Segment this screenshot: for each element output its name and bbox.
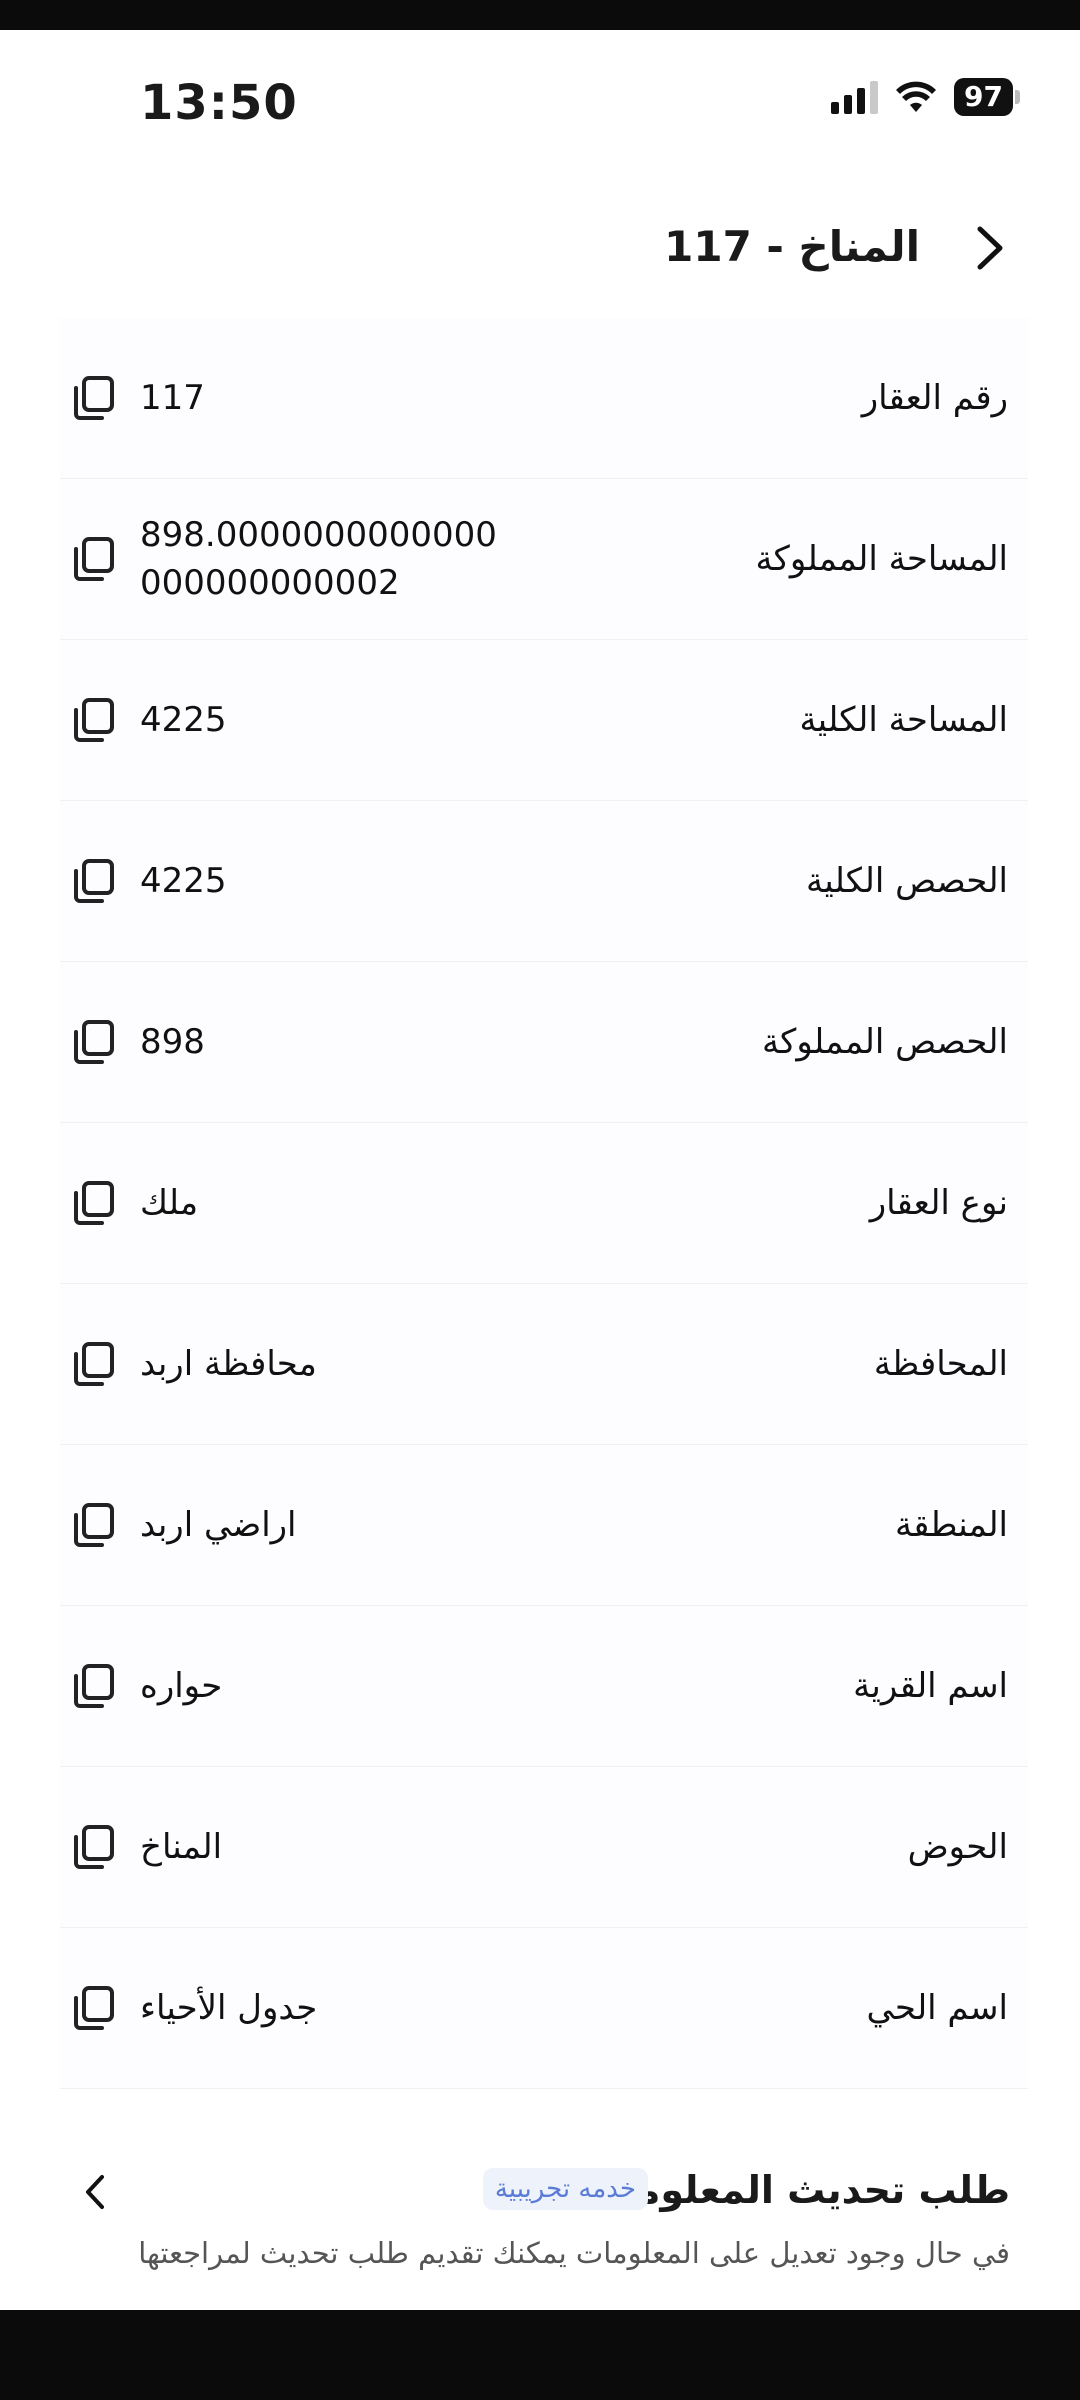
field-label: الحصص الكلية: [805, 861, 1008, 901]
copy-icon[interactable]: [70, 535, 118, 583]
field-label: المساحة الكلية: [799, 700, 1008, 740]
property-details-list: رقم العقار 117 المساحة المملوكة 898.0000…: [60, 318, 1028, 2089]
field-row: الحصص الكلية 4225: [60, 801, 1028, 962]
status-time: 13:50: [140, 75, 298, 131]
field-label: اسم القرية: [853, 1666, 1008, 1706]
field-label: اسم الحي: [866, 1988, 1008, 2028]
field-label: الحصص المملوكة: [761, 1022, 1008, 1062]
field-label: المحافظة: [873, 1344, 1008, 1384]
field-label: الحوض: [907, 1827, 1008, 1867]
page-header: المناخ - 117: [0, 200, 1080, 290]
bottom-black-bar: [0, 2310, 1080, 2400]
copy-icon[interactable]: [70, 1340, 118, 1388]
battery-level: 97: [954, 78, 1013, 116]
field-value: حواره: [140, 1666, 223, 1706]
copy-icon[interactable]: [70, 1179, 118, 1227]
update-request-open-button[interactable]: [70, 2162, 120, 2222]
field-value: 898.0000000000000 000000000002: [140, 511, 540, 607]
copy-icon[interactable]: [70, 857, 118, 905]
field-row: رقم العقار 117: [60, 318, 1028, 479]
battery-icon: 97: [954, 78, 1020, 116]
signal-icon: [831, 80, 879, 114]
field-label: المنطقة: [894, 1505, 1008, 1545]
copy-icon[interactable]: [70, 1501, 118, 1549]
field-value: ملك: [140, 1183, 199, 1223]
field-row: اسم القرية حواره: [60, 1606, 1028, 1767]
field-value: 4225: [140, 700, 227, 740]
status-icons: 97: [831, 78, 1020, 116]
field-value: 4225: [140, 861, 227, 901]
status-bar: 13:50 97: [0, 30, 1080, 180]
page-title: المناخ - 117: [664, 222, 920, 271]
wifi-icon: [896, 81, 937, 112]
field-row: نوع العقار ملك: [60, 1123, 1028, 1284]
copy-icon[interactable]: [70, 1018, 118, 1066]
field-row: اسم الحي جدول الأحياء: [60, 1928, 1028, 2089]
chevron-right-icon: [977, 226, 1003, 270]
field-value: جدول الأحياء: [140, 1988, 318, 2028]
field-row: الحوض المناخ: [60, 1767, 1028, 1928]
top-black-bar: [0, 0, 1080, 30]
field-value-line1: 898.0000000000000: [140, 515, 497, 555]
trial-service-badge: خدمه تجريبية: [482, 2168, 648, 2210]
field-label: نوع العقار: [869, 1183, 1008, 1223]
field-value: المناخ: [140, 1827, 223, 1867]
field-value: 117: [140, 378, 205, 418]
field-row: المساحة الكلية 4225: [60, 640, 1028, 801]
back-button[interactable]: [960, 218, 1020, 278]
chevron-left-icon: [86, 2175, 104, 2209]
field-value: محافظة اربد: [140, 1344, 317, 1384]
update-request-title: طلب تحديث المعلومات: [584, 2168, 1010, 2212]
field-row: المحافظة محافظة اربد: [60, 1284, 1028, 1445]
copy-icon[interactable]: [70, 1662, 118, 1710]
field-label: رقم العقار: [861, 378, 1008, 418]
field-value: 898: [140, 1022, 205, 1062]
field-row: الحصص المملوكة 898: [60, 962, 1028, 1123]
field-row: المنطقة اراضي اربد: [60, 1445, 1028, 1606]
copy-icon[interactable]: [70, 696, 118, 744]
field-label: المساحة المملوكة: [755, 539, 1008, 579]
update-request-description: في حال وجود تعديل على المعلومات يمكنك تق…: [138, 2236, 1010, 2270]
copy-icon[interactable]: [70, 374, 118, 422]
field-row: المساحة المملوكة 898.0000000000000 00000…: [60, 479, 1028, 640]
update-request-card[interactable]: طلب تحديث المعلومات خدمه تجريبية في حال …: [60, 2128, 1028, 2308]
field-value: اراضي اربد: [140, 1505, 297, 1545]
copy-icon[interactable]: [70, 1984, 118, 2032]
field-value-line2: 000000000002: [140, 563, 400, 603]
copy-icon[interactable]: [70, 1823, 118, 1871]
